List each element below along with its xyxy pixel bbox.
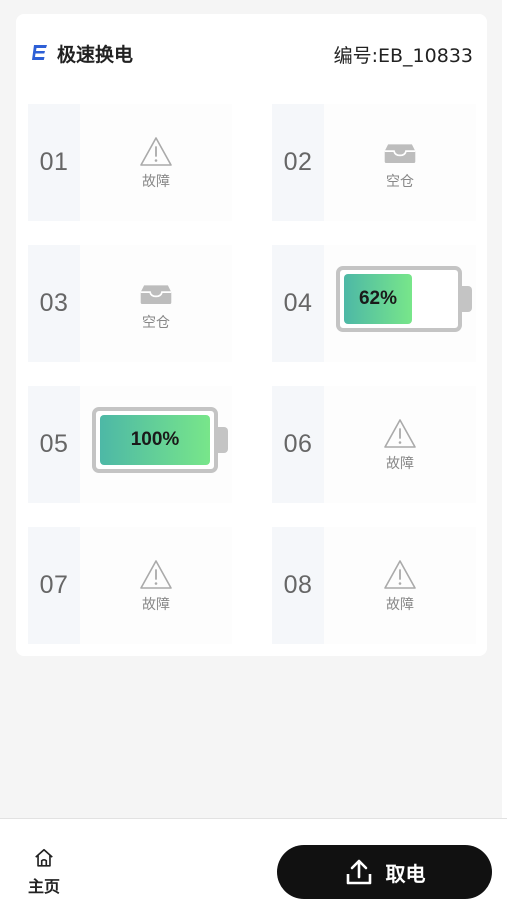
upload-icon <box>346 859 371 885</box>
battery-slot-03[interactable]: 03 空仓 <box>28 245 232 362</box>
battery-percent: 62% <box>358 288 398 309</box>
slot-body: 故障 <box>324 527 476 644</box>
battery-slot-02[interactable]: 02 空仓 <box>272 104 476 221</box>
slot-status: 空仓 <box>324 104 476 221</box>
slot-status-label: 故障 <box>142 596 170 613</box>
warning-triangle-icon <box>384 559 416 589</box>
slot-status: 空仓 <box>80 245 232 362</box>
battery-slot-04[interactable]: 04 62% <box>272 245 476 362</box>
take-power-button[interactable]: 取电 <box>277 845 492 899</box>
slot-body: 62% <box>324 245 476 362</box>
slot-body: 故障 <box>80 527 232 644</box>
warning-triangle-icon <box>140 559 172 589</box>
home-icon <box>35 848 53 867</box>
slot-body: 空仓 <box>80 245 232 362</box>
empty-tray-icon <box>140 284 172 304</box>
slot-status: 故障 <box>324 527 476 644</box>
slot-status-label: 故障 <box>386 455 414 472</box>
slot-number: 01 <box>28 104 80 221</box>
battery-cabinet-card: 极速换电 编号:EB_10833 01 故障 02 空仓 03 空仓 04 62% 05 100%… <box>16 14 487 656</box>
slot-number: 06 <box>272 386 324 503</box>
slot-number: 07 <box>28 527 80 644</box>
battery-cap <box>218 427 228 453</box>
station-logo-icon <box>32 45 47 60</box>
bottom-bar: 主页 取电 <box>0 818 507 900</box>
slot-status: 故障 <box>80 104 232 221</box>
battery-slot-07[interactable]: 07 故障 <box>28 527 232 644</box>
battery-slot-06[interactable]: 06 故障 <box>272 386 476 503</box>
slot-status: 故障 <box>80 527 232 644</box>
slot-body: 故障 <box>324 386 476 503</box>
battery-slot-08[interactable]: 08 故障 <box>272 527 476 644</box>
slot-status: 故障 <box>324 386 476 503</box>
slot-body: 故障 <box>80 104 232 221</box>
battery-icon: 62% <box>336 266 472 332</box>
card-header: 极速换电 编号:EB_10833 <box>16 14 487 90</box>
slot-status-label: 故障 <box>386 596 414 613</box>
take-power-label: 取电 <box>385 861 426 886</box>
battery-icon: 100% <box>92 407 228 473</box>
empty-tray-icon <box>384 143 416 163</box>
slot-body: 100% <box>80 386 232 503</box>
home-label: 主页 <box>27 877 60 896</box>
slot-number: 02 <box>272 104 324 221</box>
page-title: 极速换电 <box>57 44 134 66</box>
right-edge-strip <box>502 0 507 820</box>
battery-slot-01[interactable]: 01 故障 <box>28 104 232 221</box>
station-code: 编号:EB_10833 <box>333 45 473 67</box>
slot-status-label: 空仓 <box>142 314 170 331</box>
slot-status-label: 故障 <box>142 173 170 190</box>
battery-cap <box>462 286 472 312</box>
warning-triangle-icon <box>384 418 416 448</box>
home-nav-button[interactable]: 主页 <box>22 847 66 897</box>
battery-slot-05[interactable]: 05 100% <box>28 386 232 503</box>
slot-number: 08 <box>272 527 324 644</box>
slot-body: 空仓 <box>324 104 476 221</box>
warning-triangle-icon <box>140 136 172 166</box>
slot-number: 04 <box>272 245 324 362</box>
battery-percent: 100% <box>130 429 180 450</box>
slot-status-label: 空仓 <box>386 173 414 190</box>
slot-number: 03 <box>28 245 80 362</box>
slot-number: 05 <box>28 386 80 503</box>
